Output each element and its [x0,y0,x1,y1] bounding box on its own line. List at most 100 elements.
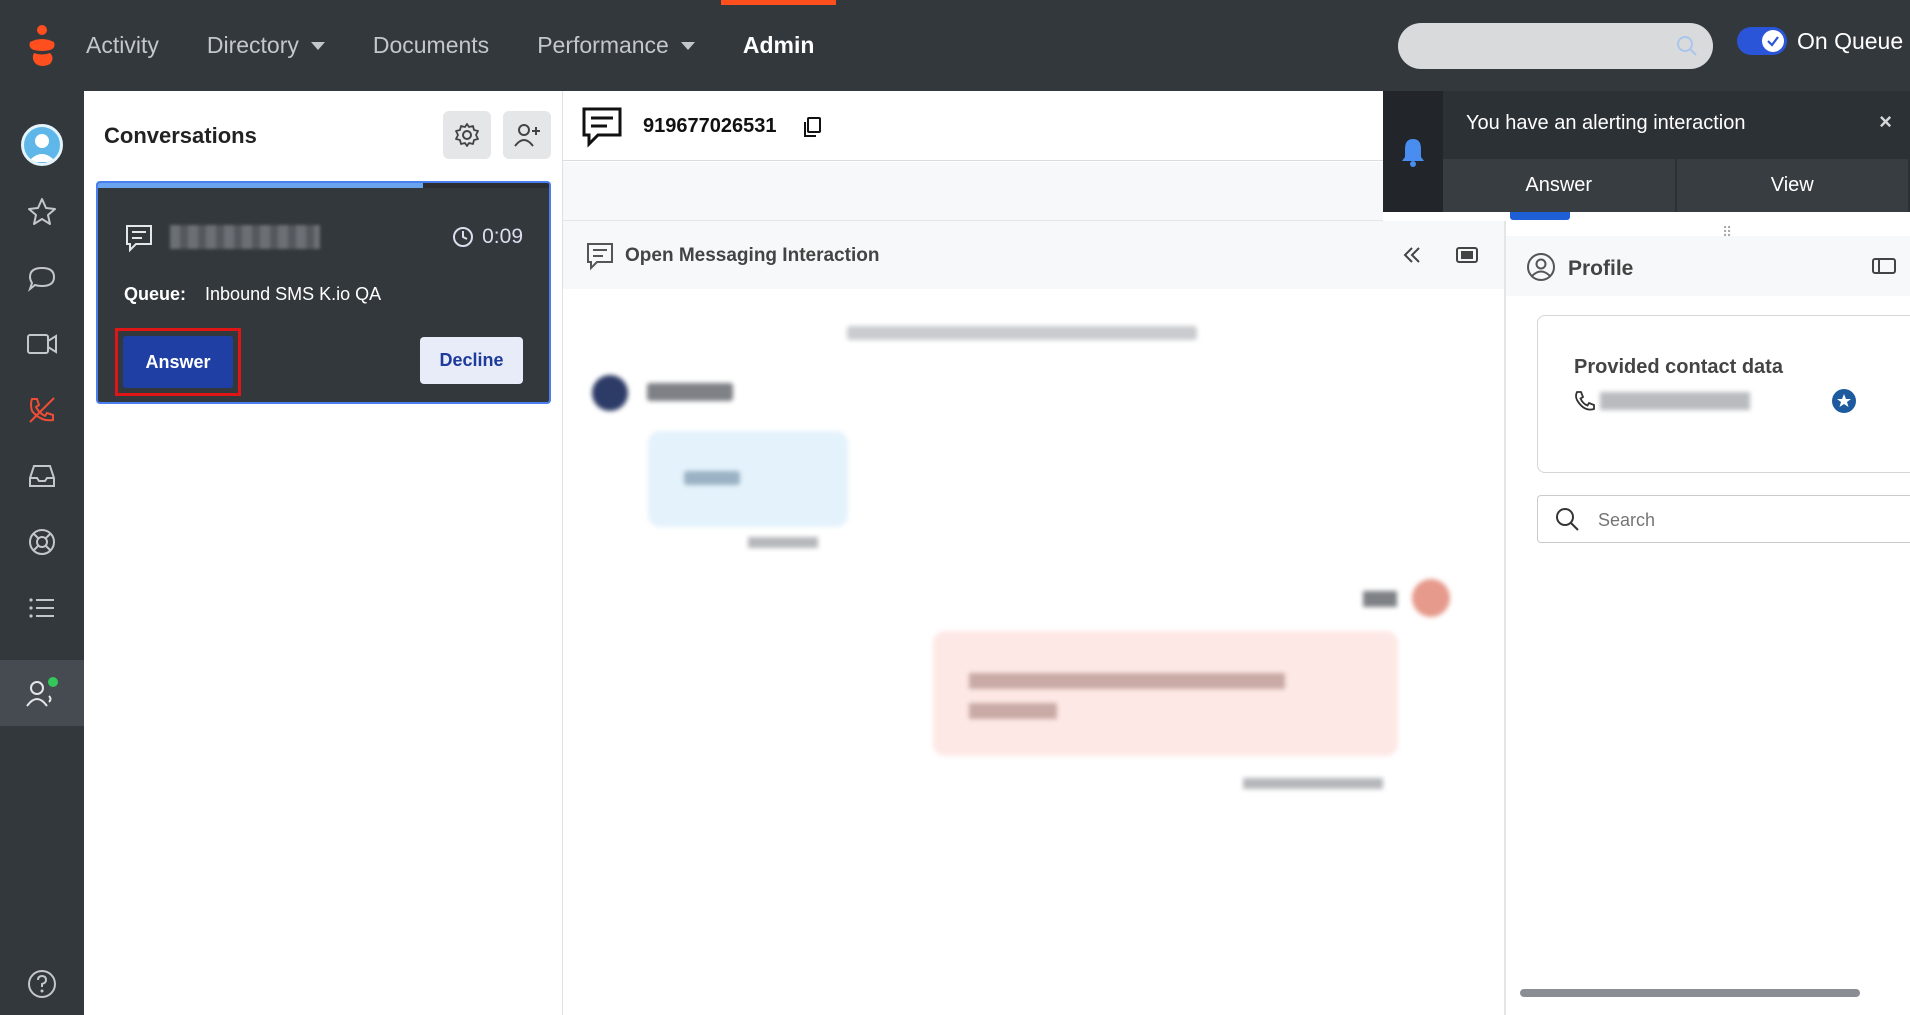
video-icon [27,334,57,354]
sidebar-item-list[interactable] [0,575,84,641]
profile-tab-indicator [1510,212,1570,220]
clock-icon [453,227,474,247]
queue-line: Queue: Inbound SMS K.io QA [124,284,381,305]
nav-admin-label: Admin [742,32,815,58]
nav-performance[interactable]: Performance [537,0,695,91]
left-sidebar [0,91,84,1015]
close-icon[interactable]: × [1879,109,1892,135]
collapse-left-icon[interactable] [1402,245,1422,265]
star-icon [28,198,56,225]
nav-activity-label: Activity [86,32,159,58]
message-icon [582,107,622,148]
on-queue-toggle[interactable]: On Queue [1737,27,1903,55]
settings-button[interactable] [443,111,491,159]
check-icon [1762,30,1784,52]
toast-view-button[interactable]: View [1676,159,1910,212]
participant-avatar [592,375,628,411]
sidebar-item-chat[interactable] [0,245,84,311]
sidebar-item-help[interactable] [0,951,84,1015]
caret-down-icon [310,41,325,50]
queue-label: Queue: [124,284,187,304]
inbox-icon [29,465,55,487]
alert-timer: 0:09 [452,225,523,249]
top-navigation-bar: Activity Directory Documents Performance… [0,0,1910,91]
lifebuoy-icon [29,529,55,555]
global-search-input[interactable] [1398,23,1713,69]
answer-highlight-box: Answer [115,328,241,396]
interaction-phone-number: 919677026531 [643,115,777,137]
sidebar-item-video[interactable] [0,311,84,377]
contact-number-redacted [1600,392,1750,410]
provided-contact-title: Provided contact data [1574,356,1783,378]
nav-directory[interactable]: Directory [207,0,325,91]
bell-icon [1402,138,1424,167]
phone-icon [1575,391,1595,411]
messaging-title: Open Messaging Interaction [625,245,880,266]
genesys-logo-icon[interactable] [22,22,62,72]
message-icon [126,225,152,253]
outbound-message-line-redacted [969,673,1285,689]
main-nav: Activity Directory Documents Performance… [86,0,862,91]
system-notice-redacted [847,326,1197,340]
conversations-title: Conversations [104,123,257,148]
chat-icon [27,266,56,292]
nav-admin[interactable]: Admin [720,0,836,91]
profile-header: Profile [1506,236,1910,296]
queue-value: Inbound SMS K.io QA [205,284,382,304]
star-badge-icon[interactable] [1831,388,1857,414]
user-circle-icon [1527,253,1555,281]
sidebar-item-inbox[interactable] [0,443,84,509]
caret-down-icon [680,41,695,50]
interaction-header: 919677026531 [563,91,1383,161]
messaging-header: Open Messaging Interaction [563,221,1504,289]
horizontal-scrollbar[interactable] [1520,989,1860,997]
search-icon [1556,508,1579,531]
toggle-switch[interactable] [1737,27,1787,55]
add-participant-button[interactable] [503,111,551,159]
profile-search-input[interactable] [1598,506,1878,534]
sidebar-item-favorites[interactable] [0,179,84,245]
panel-expand-icon[interactable] [1871,256,1897,276]
sidebar-item-support[interactable] [0,509,84,575]
inbound-message-text-redacted [684,471,740,485]
list-icon [29,598,54,618]
agent-status-icon [26,677,58,707]
alerting-interaction-card[interactable]: 0:09 Queue: Inbound SMS K.io QA Answer D… [96,181,551,404]
inbound-timestamp-redacted [748,537,818,548]
inbound-message-bubble [648,431,848,527]
copy-icon[interactable] [800,115,824,139]
outbound-message-bubble [933,631,1398,756]
alerting-toast: You have an alerting interaction × Answe… [1383,91,1910,212]
profile-panel: ⠿ Profile Provided contact data [1506,212,1910,1015]
gear-icon [455,123,479,147]
toast-actions: Answer View [1443,159,1910,212]
toast-bell-area [1383,91,1443,212]
help-icon [28,970,56,998]
nav-performance-label: Performance [537,32,669,58]
nav-documents[interactable]: Documents [373,0,489,91]
outbound-message-line-redacted [969,703,1057,719]
toast-message: You have an alerting interaction [1466,112,1746,134]
caller-number-redacted [170,225,320,249]
bot-name-redacted [1363,591,1397,607]
search-icon [1677,36,1697,56]
sidebar-item-agent-status[interactable] [0,660,84,726]
alert-progress-fill [98,183,423,188]
profile-search-field[interactable] [1537,495,1910,543]
answer-button[interactable]: Answer [123,336,233,388]
sidebar-item-phone[interactable] [0,377,84,443]
outbound-timestamp-redacted [1243,778,1383,789]
toast-answer-button[interactable]: Answer [1443,159,1677,212]
phone-missed-icon [29,397,55,423]
user-avatar-icon [21,124,63,166]
decline-button[interactable]: Decline [420,337,523,384]
panel-toggle-icon[interactable] [1455,245,1479,265]
alert-progress-bar [98,183,549,188]
nav-activity[interactable]: Activity [86,0,159,91]
message-icon [587,243,613,271]
conversations-panel: Conversations 0:09 Queue: Inbound SMS K.… [84,91,563,1015]
timer-value: 0:09 [482,225,523,248]
bot-avatar [1412,579,1450,617]
sidebar-item-profile[interactable] [0,112,84,178]
interaction-toolbar [563,162,1383,221]
